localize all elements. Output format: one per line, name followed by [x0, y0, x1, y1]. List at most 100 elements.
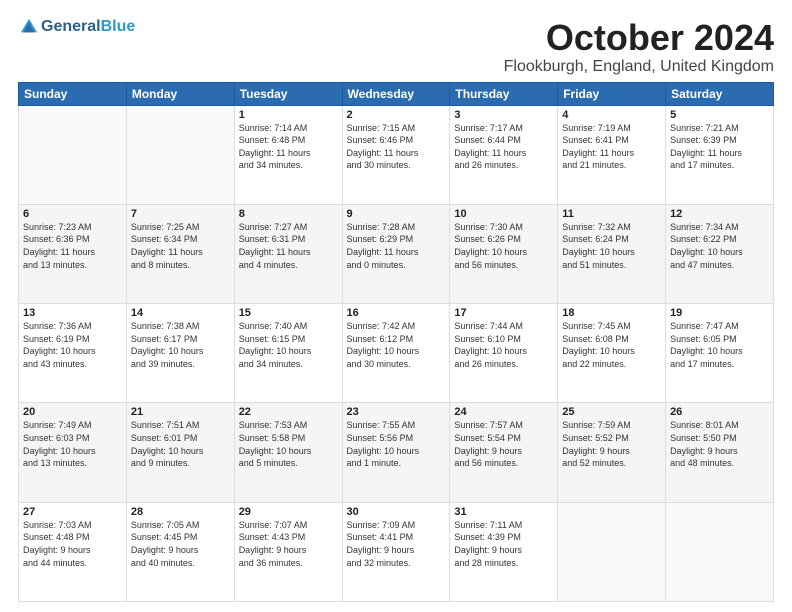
calendar-cell: 23Sunrise: 7:55 AM Sunset: 5:56 PM Dayli…: [342, 403, 450, 502]
day-number: 6: [23, 208, 122, 220]
day-number: 20: [23, 406, 122, 418]
calendar-header-thursday: Thursday: [450, 82, 558, 105]
calendar-cell: 4Sunrise: 7:19 AM Sunset: 6:41 PM Daylig…: [558, 105, 666, 204]
calendar-cell: 20Sunrise: 7:49 AM Sunset: 6:03 PM Dayli…: [19, 403, 127, 502]
calendar-cell: 15Sunrise: 7:40 AM Sunset: 6:15 PM Dayli…: [234, 304, 342, 403]
calendar-cell: 27Sunrise: 7:03 AM Sunset: 4:48 PM Dayli…: [19, 502, 127, 601]
day-number: 1: [239, 109, 338, 121]
day-number: 29: [239, 506, 338, 518]
day-info: Sunrise: 7:51 AM Sunset: 6:01 PM Dayligh…: [131, 419, 230, 469]
calendar-cell: 10Sunrise: 7:30 AM Sunset: 6:26 PM Dayli…: [450, 204, 558, 303]
calendar-cell: 19Sunrise: 7:47 AM Sunset: 6:05 PM Dayli…: [666, 304, 774, 403]
day-number: 22: [239, 406, 338, 418]
day-info: Sunrise: 7:21 AM Sunset: 6:39 PM Dayligh…: [670, 122, 769, 172]
day-number: 14: [131, 307, 230, 319]
calendar-cell: [19, 105, 127, 204]
day-number: 7: [131, 208, 230, 220]
calendar-week-row: 27Sunrise: 7:03 AM Sunset: 4:48 PM Dayli…: [19, 502, 774, 601]
day-number: 4: [562, 109, 661, 121]
calendar-cell: 12Sunrise: 7:34 AM Sunset: 6:22 PM Dayli…: [666, 204, 774, 303]
day-number: 15: [239, 307, 338, 319]
day-info: Sunrise: 7:14 AM Sunset: 6:48 PM Dayligh…: [239, 122, 338, 172]
day-number: 27: [23, 506, 122, 518]
day-info: Sunrise: 7:36 AM Sunset: 6:19 PM Dayligh…: [23, 320, 122, 370]
day-number: 11: [562, 208, 661, 220]
day-number: 30: [347, 506, 446, 518]
calendar-cell: 31Sunrise: 7:11 AM Sunset: 4:39 PM Dayli…: [450, 502, 558, 601]
day-number: 28: [131, 506, 230, 518]
calendar-cell: 14Sunrise: 7:38 AM Sunset: 6:17 PM Dayli…: [126, 304, 234, 403]
day-info: Sunrise: 7:53 AM Sunset: 5:58 PM Dayligh…: [239, 419, 338, 469]
calendar-cell: 6Sunrise: 7:23 AM Sunset: 6:36 PM Daylig…: [19, 204, 127, 303]
day-number: 25: [562, 406, 661, 418]
logo: GeneralBlue: [18, 18, 135, 36]
day-info: Sunrise: 7:30 AM Sunset: 6:26 PM Dayligh…: [454, 221, 553, 271]
day-number: 16: [347, 307, 446, 319]
day-number: 13: [23, 307, 122, 319]
day-number: 24: [454, 406, 553, 418]
calendar-cell: 2Sunrise: 7:15 AM Sunset: 6:46 PM Daylig…: [342, 105, 450, 204]
day-number: 8: [239, 208, 338, 220]
calendar-header-tuesday: Tuesday: [234, 82, 342, 105]
logo-blue-text: Blue: [101, 18, 136, 35]
day-number: 2: [347, 109, 446, 121]
day-info: Sunrise: 7:34 AM Sunset: 6:22 PM Dayligh…: [670, 221, 769, 271]
calendar-cell: 24Sunrise: 7:57 AM Sunset: 5:54 PM Dayli…: [450, 403, 558, 502]
calendar-cell: 26Sunrise: 8:01 AM Sunset: 5:50 PM Dayli…: [666, 403, 774, 502]
calendar-header-wednesday: Wednesday: [342, 82, 450, 105]
day-info: Sunrise: 7:38 AM Sunset: 6:17 PM Dayligh…: [131, 320, 230, 370]
day-info: Sunrise: 7:27 AM Sunset: 6:31 PM Dayligh…: [239, 221, 338, 271]
day-number: 19: [670, 307, 769, 319]
calendar-header-monday: Monday: [126, 82, 234, 105]
calendar-cell: 16Sunrise: 7:42 AM Sunset: 6:12 PM Dayli…: [342, 304, 450, 403]
day-info: Sunrise: 7:17 AM Sunset: 6:44 PM Dayligh…: [454, 122, 553, 172]
calendar-cell: 8Sunrise: 7:27 AM Sunset: 6:31 PM Daylig…: [234, 204, 342, 303]
calendar-cell: 9Sunrise: 7:28 AM Sunset: 6:29 PM Daylig…: [342, 204, 450, 303]
day-info: Sunrise: 7:47 AM Sunset: 6:05 PM Dayligh…: [670, 320, 769, 370]
day-info: Sunrise: 7:05 AM Sunset: 4:45 PM Dayligh…: [131, 519, 230, 569]
day-info: Sunrise: 7:23 AM Sunset: 6:36 PM Dayligh…: [23, 221, 122, 271]
day-number: 31: [454, 506, 553, 518]
calendar-cell: 3Sunrise: 7:17 AM Sunset: 6:44 PM Daylig…: [450, 105, 558, 204]
day-info: Sunrise: 7:07 AM Sunset: 4:43 PM Dayligh…: [239, 519, 338, 569]
day-info: Sunrise: 7:40 AM Sunset: 6:15 PM Dayligh…: [239, 320, 338, 370]
calendar-cell: 1Sunrise: 7:14 AM Sunset: 6:48 PM Daylig…: [234, 105, 342, 204]
calendar-cell: 25Sunrise: 7:59 AM Sunset: 5:52 PM Dayli…: [558, 403, 666, 502]
calendar-week-row: 6Sunrise: 7:23 AM Sunset: 6:36 PM Daylig…: [19, 204, 774, 303]
day-info: Sunrise: 7:42 AM Sunset: 6:12 PM Dayligh…: [347, 320, 446, 370]
day-number: 3: [454, 109, 553, 121]
calendar-cell: [666, 502, 774, 601]
calendar-cell: 29Sunrise: 7:07 AM Sunset: 4:43 PM Dayli…: [234, 502, 342, 601]
calendar-cell: [558, 502, 666, 601]
calendar-cell: 30Sunrise: 7:09 AM Sunset: 4:41 PM Dayli…: [342, 502, 450, 601]
day-info: Sunrise: 7:45 AM Sunset: 6:08 PM Dayligh…: [562, 320, 661, 370]
day-info: Sunrise: 7:59 AM Sunset: 5:52 PM Dayligh…: [562, 419, 661, 469]
calendar-header-friday: Friday: [558, 82, 666, 105]
day-info: Sunrise: 7:03 AM Sunset: 4:48 PM Dayligh…: [23, 519, 122, 569]
calendar-cell: 28Sunrise: 7:05 AM Sunset: 4:45 PM Dayli…: [126, 502, 234, 601]
day-info: Sunrise: 7:44 AM Sunset: 6:10 PM Dayligh…: [454, 320, 553, 370]
location: Flookburgh, England, United Kingdom: [504, 58, 774, 76]
day-number: 18: [562, 307, 661, 319]
day-info: Sunrise: 7:25 AM Sunset: 6:34 PM Dayligh…: [131, 221, 230, 271]
day-info: Sunrise: 7:15 AM Sunset: 6:46 PM Dayligh…: [347, 122, 446, 172]
calendar-table: SundayMondayTuesdayWednesdayThursdayFrid…: [18, 82, 774, 602]
logo-general-text: General: [41, 18, 101, 35]
month-title: October 2024: [504, 18, 774, 58]
calendar-header-row: SundayMondayTuesdayWednesdayThursdayFrid…: [19, 82, 774, 105]
calendar-cell: 17Sunrise: 7:44 AM Sunset: 6:10 PM Dayli…: [450, 304, 558, 403]
calendar-cell: [126, 105, 234, 204]
day-number: 21: [131, 406, 230, 418]
calendar-cell: 11Sunrise: 7:32 AM Sunset: 6:24 PM Dayli…: [558, 204, 666, 303]
calendar-week-row: 1Sunrise: 7:14 AM Sunset: 6:48 PM Daylig…: [19, 105, 774, 204]
day-info: Sunrise: 7:55 AM Sunset: 5:56 PM Dayligh…: [347, 419, 446, 469]
calendar-week-row: 20Sunrise: 7:49 AM Sunset: 6:03 PM Dayli…: [19, 403, 774, 502]
calendar-cell: 22Sunrise: 7:53 AM Sunset: 5:58 PM Dayli…: [234, 403, 342, 502]
day-info: Sunrise: 7:57 AM Sunset: 5:54 PM Dayligh…: [454, 419, 553, 469]
calendar-cell: 21Sunrise: 7:51 AM Sunset: 6:01 PM Dayli…: [126, 403, 234, 502]
day-number: 12: [670, 208, 769, 220]
page: GeneralBlue October 2024 Flookburgh, Eng…: [0, 0, 792, 612]
day-number: 10: [454, 208, 553, 220]
day-number: 17: [454, 307, 553, 319]
day-info: Sunrise: 8:01 AM Sunset: 5:50 PM Dayligh…: [670, 419, 769, 469]
